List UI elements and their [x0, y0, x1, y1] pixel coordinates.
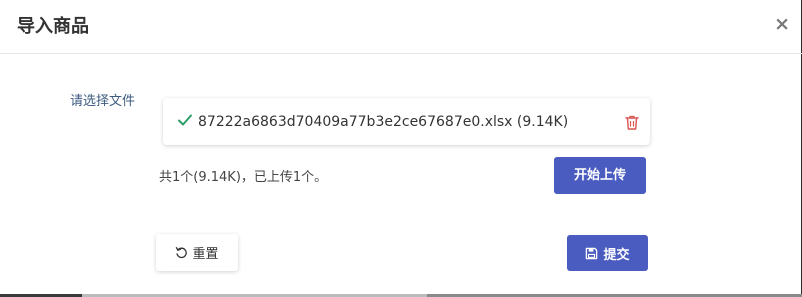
start-upload-button[interactable]: 开始上传 [554, 157, 646, 194]
file-select-label: 请选择文件 [70, 94, 136, 109]
uploaded-file-item: 87222a6863d70409a77b3e2ce67687e0.xlsx (9… [163, 98, 650, 145]
submit-button[interactable]: 提交 [567, 235, 648, 271]
submit-button-label: 提交 [603, 247, 630, 263]
upload-summary: 共1个(9.14K)，已上传1个。 [159, 170, 328, 185]
trash-icon[interactable] [625, 115, 639, 130]
file-name: 87222a6863d70409a77b3e2ce67687e0.xlsx (9… [198, 114, 569, 130]
check-icon [178, 114, 192, 126]
reset-button-label: 重置 [192, 247, 219, 262]
close-button[interactable]: × [774, 14, 790, 34]
modal-header: 导入商品 × [0, 0, 802, 54]
reset-button[interactable]: 重置 [156, 234, 238, 271]
import-products-modal: 导入商品 × 请选择文件 87222a6863d70409a77b3e2ce67… [0, 0, 802, 297]
save-icon [586, 247, 598, 259]
modal-title: 导入商品 [17, 16, 89, 37]
undo-icon [176, 247, 188, 259]
